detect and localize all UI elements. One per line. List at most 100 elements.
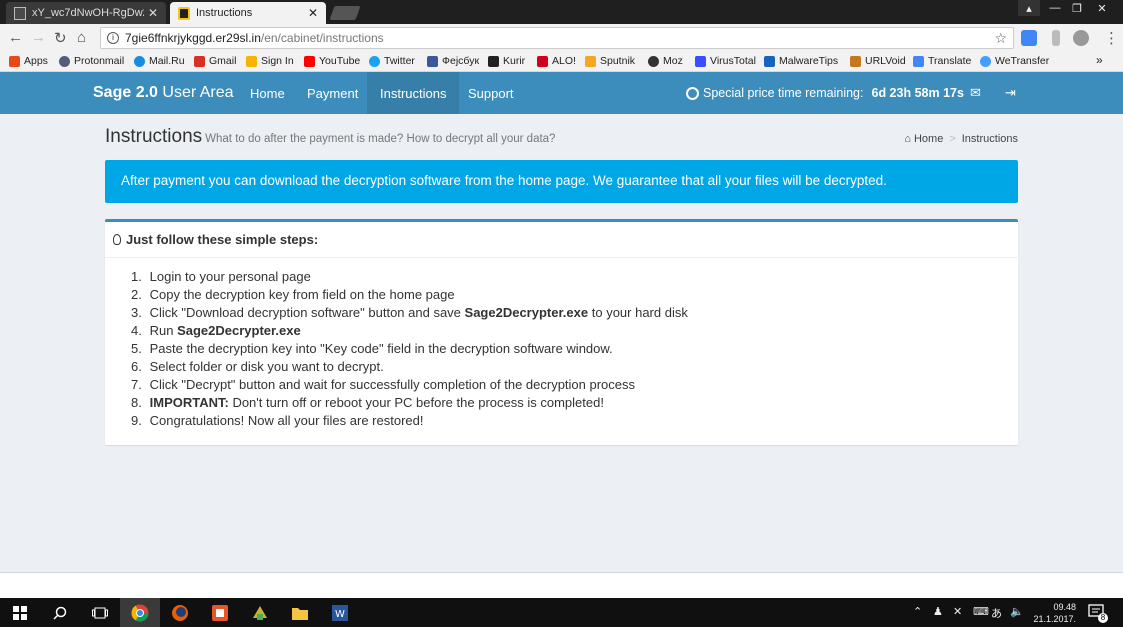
malwaretips-icon (764, 55, 775, 67)
app-taskbar-icon[interactable] (200, 598, 240, 627)
price-timer: Special price time remaining: 6d 23h 58m… (686, 86, 964, 100)
envelope-icon[interactable]: ✉ (970, 85, 981, 101)
windows-taskbar: W ⌃ ♟ ✕ ⌨ あ 🔈 09.48 21.1.2017. 8 (0, 598, 1123, 627)
network-status-icon[interactable]: ✕ (953, 605, 962, 618)
bookmark-item[interactable]: VirusTotal (695, 55, 756, 67)
gmail-icon (194, 55, 205, 67)
alo-icon (537, 55, 548, 67)
browser-toolbar: ← → ↻ ⌂ i 7gie6ffnkrjykggd.er29sl.in/en/… (0, 24, 1123, 52)
list-item: 4. Run Sage2Decrypter.exe (131, 323, 301, 338)
firefox-taskbar-icon[interactable] (160, 598, 200, 627)
word-taskbar-icon[interactable]: W (320, 598, 360, 627)
page-title: Instructions What to do after the payment… (105, 126, 556, 147)
sputnik-icon (585, 55, 596, 67)
minimize-icon[interactable]: — (1044, 0, 1066, 16)
bookmark-item[interactable]: Protonmail (59, 55, 124, 67)
breadcrumb: ⌂ Home > Instructions (904, 133, 1018, 145)
bookmark-item[interactable]: Moz (648, 55, 683, 67)
list-item: 7. Click "Decrypt" button and wait for s… (131, 377, 636, 392)
task-view-icon[interactable] (80, 598, 120, 627)
info-callout: After payment you can download the decry… (105, 160, 1018, 203)
url-host: 7gie6ffnkrjykggd.er29sl.in (125, 31, 261, 45)
bookmark-item[interactable]: Gmail (194, 55, 236, 67)
bookmark-item[interactable]: YouTube (304, 55, 360, 67)
bookmark-item[interactable]: WeTransfer (980, 55, 1049, 67)
lightbulb-icon (113, 234, 121, 245)
bookmark-star-icon[interactable]: ☆ (994, 30, 1007, 47)
tab-title: Instructions (196, 7, 253, 19)
tab-title: xY_wc7dNwOH-RgDw2P (32, 7, 144, 19)
svg-text:W: W (335, 609, 345, 620)
menu-icon[interactable]: ⋮ (1104, 29, 1119, 47)
reload-icon[interactable]: ↻ (54, 29, 67, 47)
nav-home[interactable]: Home (237, 72, 298, 114)
browser-tab-2[interactable]: Instructions ✕ (170, 2, 326, 24)
home-icon[interactable]: ⌂ (77, 29, 86, 46)
site-favicon-icon (178, 6, 190, 20)
list-item: 3. Click "Download decryption software" … (131, 305, 688, 320)
list-item: 6. Select folder or disk you want to dec… (131, 359, 384, 374)
bookmark-item[interactable]: Apps (9, 55, 48, 67)
notification-count: 8 (1098, 613, 1108, 623)
bookmark-item[interactable]: Mail.Ru (134, 55, 185, 67)
bookmark-item[interactable]: Фејсбук (427, 55, 479, 67)
restore-icon[interactable]: ❐ (1066, 0, 1088, 16)
translate-extension-icon[interactable] (1021, 30, 1037, 46)
user-icon[interactable]: ♟ (933, 605, 943, 618)
breadcrumb-home[interactable]: Home (914, 133, 943, 145)
info-icon[interactable]: i (107, 32, 119, 44)
bookmark-item[interactable]: URLVoid (850, 55, 906, 67)
url-path: /en/cabinet/instructions (260, 31, 384, 45)
profile-icon[interactable]: ▴ (1018, 0, 1040, 16)
notifications-icon[interactable]: 8 (1088, 603, 1108, 623)
nav-support[interactable]: Support (455, 72, 527, 114)
bookmark-item[interactable]: Translate (913, 55, 971, 67)
bookmark-item[interactable]: ALO! (537, 55, 576, 67)
browser-tab-1[interactable]: xY_wc7dNwOH-RgDw2P ✕ (6, 2, 166, 24)
timer-value: 6d 23h 58m 17s (871, 86, 964, 100)
windows-start-icon[interactable] (0, 598, 40, 627)
volume-icon[interactable]: 🔈 (1010, 605, 1024, 618)
forward-icon[interactable]: → (31, 29, 46, 46)
breadcrumb-current: Instructions (961, 133, 1018, 145)
bookmark-item[interactable]: Kurir (488, 55, 525, 67)
chevron-up-icon[interactable]: ⌃ (913, 605, 922, 618)
list-item: 2. Copy the decryption key from field on… (131, 287, 455, 302)
brand-logo[interactable]: Sage 2.0 User Area (93, 84, 234, 102)
mailru-icon (134, 55, 145, 67)
eye-extension-icon[interactable] (1073, 30, 1089, 46)
steps-box: Just follow these simple steps: 1. Login… (105, 219, 1018, 445)
chrome-taskbar-icon[interactable] (120, 598, 160, 627)
list-item: 5. Paste the decryption key into "Key co… (131, 341, 613, 356)
nav-payment[interactable]: Payment (294, 72, 371, 114)
back-icon[interactable]: ← (8, 29, 23, 46)
ime-icon[interactable]: ⌨ (973, 605, 989, 618)
bookmark-item[interactable]: MalwareTips (764, 55, 838, 67)
page-footer (0, 572, 1123, 598)
extension-icon[interactable] (1052, 30, 1060, 46)
nav-instructions[interactable]: Instructions (367, 72, 460, 114)
page-icon (14, 6, 26, 20)
close-window-icon[interactable]: ✕ (1088, 0, 1116, 16)
translate-icon (913, 55, 924, 67)
file-explorer-icon[interactable] (280, 598, 320, 627)
home-icon: ⌂ (904, 133, 911, 145)
steps-header: Just follow these simple steps: (105, 222, 1018, 258)
sign-out-icon[interactable]: ⇥ (1005, 85, 1016, 101)
list-item: 1. Login to your personal page (131, 269, 311, 284)
new-tab-button[interactable] (329, 6, 361, 20)
language-icon[interactable]: あ (991, 605, 1002, 621)
address-bar[interactable]: i 7gie6ffnkrjykggd.er29sl.in/en/cabinet/… (100, 27, 1014, 49)
system-clock[interactable]: 09.48 21.1.2017. (1026, 601, 1076, 625)
site-header: Sage 2.0 User Area Home Payment Instruct… (0, 72, 1123, 114)
bookmark-item[interactable]: Sputnik (585, 55, 635, 67)
close-tab-icon[interactable]: ✕ (308, 6, 318, 20)
tool-taskbar-icon[interactable] (240, 598, 280, 627)
signin-icon (246, 55, 257, 67)
bookmark-item[interactable]: Twitter (369, 55, 415, 67)
search-icon[interactable] (40, 598, 80, 627)
close-tab-icon[interactable]: ✕ (148, 6, 158, 20)
bookmark-item[interactable]: Sign In (246, 55, 294, 67)
more-bookmarks-button[interactable]: » (1096, 53, 1103, 67)
list-item: 9. Congratulations! Now all your files a… (131, 413, 424, 428)
